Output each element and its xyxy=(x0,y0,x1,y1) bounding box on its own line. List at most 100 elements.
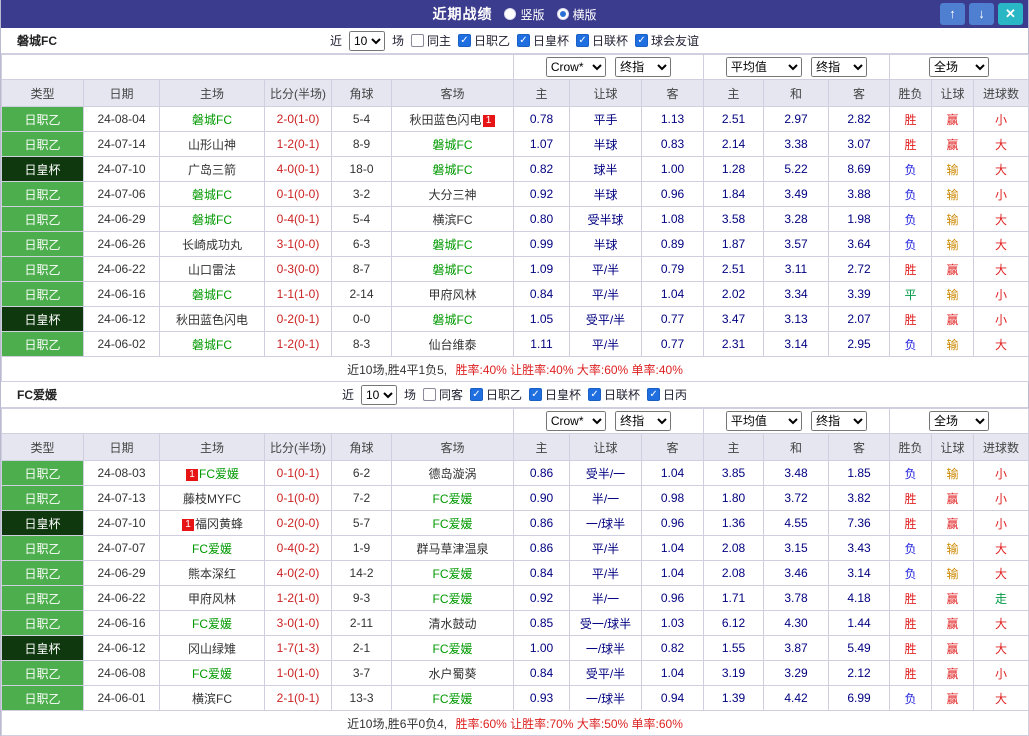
handicap-home-odds: 0.86 xyxy=(514,536,570,561)
same-venue-checkbox[interactable]: 同主 xyxy=(411,32,451,49)
average-time-select[interactable]: 终指 xyxy=(811,57,867,77)
match-row: 日职乙24-07-06磐城FC0-1(0-0)3-2大分三神0.92半球0.96… xyxy=(2,182,1029,207)
league-checkbox-2[interactable]: ✓ 日皇杯 xyxy=(517,32,569,49)
handicap-away-odds: 1.04 xyxy=(642,561,704,586)
empty-cell xyxy=(2,409,514,434)
league-checkbox-2[interactable]: ✓ 日皇杯 xyxy=(529,386,581,403)
league-label: 日皇杯 xyxy=(545,386,581,403)
league-type-cell: 日职乙 xyxy=(2,132,84,157)
handicap-away-odds: 1.04 xyxy=(642,661,704,686)
away-team-cell: 群马草津温泉 xyxy=(392,536,514,561)
team-name-text: 长崎成功丸 xyxy=(182,238,242,252)
scope-select[interactable]: 全场 xyxy=(929,411,989,431)
home-team-cell: 山口雷法 xyxy=(160,257,265,282)
league-type-cell: 日职乙 xyxy=(2,257,84,282)
avg-home-odds: 1.87 xyxy=(704,232,764,257)
match-date: 24-06-26 xyxy=(84,232,160,257)
team-name-text: FC爱媛 xyxy=(192,617,232,631)
league-checkbox-3[interactable]: ✓ 日联杯 xyxy=(576,32,628,49)
corner-score: 8-3 xyxy=(332,332,392,357)
summary-row: 近10场,胜4平1负5, 胜率:40% 让胜率:40% 大率:60% 单率:40… xyxy=(2,357,1029,382)
match-date: 24-08-04 xyxy=(84,107,160,132)
match-row: 日职乙24-06-08FC爱媛1-0(1-0)3-7水户蜀葵0.84受平/半1.… xyxy=(2,661,1029,686)
team-name-text: 磐城FC xyxy=(192,188,232,202)
layout-horizontal-radio[interactable]: 横版 xyxy=(557,6,597,23)
move-down-button[interactable]: ↓ xyxy=(969,3,994,25)
match-count-select[interactable]: 10 xyxy=(349,31,385,51)
final-score: 1-1(1-0) xyxy=(265,282,332,307)
col-handicap-result: 让球 xyxy=(932,80,974,107)
handicap-line: 平/半 xyxy=(570,332,642,357)
final-score: 4-0(0-1) xyxy=(265,157,332,182)
handicap-line: 平/半 xyxy=(570,561,642,586)
team-name-text: FC爱媛 xyxy=(433,692,473,706)
layout-vertical-radio[interactable]: 竖版 xyxy=(504,6,544,23)
handicap-result: 输 xyxy=(932,282,974,307)
league-checkbox-1[interactable]: ✓ 日职乙 xyxy=(470,386,522,403)
team-name-text: 磐城FC xyxy=(433,138,473,152)
team-name-text: 水户蜀葵 xyxy=(428,667,476,681)
avg-away-odds: 2.72 xyxy=(829,257,890,282)
away-team-cell: 磐城FC xyxy=(392,307,514,332)
summary-cell: 近10场,胜6平0负4, 胜率:60% 让胜率:70% 大率:50% 单率:60… xyxy=(2,711,1029,736)
avg-draw-odds: 3.48 xyxy=(764,461,829,486)
matches-tbody: 日职乙24-08-031FC爱媛0-1(0-1)6-2德岛漩涡0.86受半/一1… xyxy=(2,461,1029,711)
league-checkbox-4[interactable]: ✓ 日丙 xyxy=(647,386,687,403)
scope-select[interactable]: 全场 xyxy=(929,57,989,77)
red-card-badge: 1 xyxy=(186,469,198,481)
final-score: 1-2(0-1) xyxy=(265,332,332,357)
goals-result: 大 xyxy=(974,686,1029,711)
away-team-cell: 秋田蓝色闪电1 xyxy=(392,107,514,132)
match-date: 24-06-08 xyxy=(84,661,160,686)
match-result: 胜 xyxy=(890,586,932,611)
handicap-home-odds: 1.00 xyxy=(514,636,570,661)
handicap-result: 输 xyxy=(932,332,974,357)
final-score: 3-0(1-0) xyxy=(265,611,332,636)
match-result: 负 xyxy=(890,561,932,586)
team-name-text: 仙台维泰 xyxy=(428,338,476,352)
avg-away-odds: 3.39 xyxy=(829,282,890,307)
team-name-text: FC爱媛 xyxy=(192,542,232,556)
league-checkbox-3[interactable]: ✓ 日联杯 xyxy=(588,386,640,403)
final-score: 0-4(0-2) xyxy=(265,536,332,561)
odds-company-select[interactable]: Crow* xyxy=(546,411,606,431)
match-result: 负 xyxy=(890,332,932,357)
team-name-text: 秋田蓝色闪电 xyxy=(409,113,481,127)
average-select[interactable]: 平均值 xyxy=(726,411,802,431)
red-card-badge: 1 xyxy=(182,519,194,531)
team-name-text: 横滨FC xyxy=(433,213,473,227)
final-score: 2-1(0-1) xyxy=(265,686,332,711)
avg-home-odds: 6.12 xyxy=(704,611,764,636)
handicap-home-odds: 0.82 xyxy=(514,157,570,182)
odds-time-select[interactable]: 终指 xyxy=(615,411,671,431)
avg-away-odds: 2.07 xyxy=(829,307,890,332)
goals-result: 大 xyxy=(974,132,1029,157)
corner-score: 5-4 xyxy=(332,207,392,232)
corner-score: 6-2 xyxy=(332,461,392,486)
league-checkbox-1[interactable]: ✓ 日职乙 xyxy=(458,32,510,49)
odds-company-select[interactable]: Crow* xyxy=(546,57,606,77)
final-score: 2-0(1-0) xyxy=(265,107,332,132)
close-button[interactable]: ✕ xyxy=(998,3,1023,25)
scope-cell: 全场 xyxy=(890,409,1029,434)
home-team-cell: 藤枝MYFC xyxy=(160,486,265,511)
odds-time-select[interactable]: 终指 xyxy=(615,57,671,77)
col-date: 日期 xyxy=(84,80,160,107)
league-checkbox-4[interactable]: ✓ 球会友谊 xyxy=(635,32,699,49)
average-select[interactable]: 平均值 xyxy=(726,57,802,77)
average-time-select[interactable]: 终指 xyxy=(811,411,867,431)
league-type-cell: 日职乙 xyxy=(2,536,84,561)
match-date: 24-08-03 xyxy=(84,461,160,486)
col-type: 类型 xyxy=(2,80,84,107)
column-header-row: 类型 日期 主场 比分(半场) 角球 客场 主 让球 客 主 和 客 胜负 让球… xyxy=(2,80,1029,107)
move-up-button[interactable]: ↑ xyxy=(940,3,965,25)
home-team-cell: FC爱媛 xyxy=(160,661,265,686)
final-score: 1-2(0-1) xyxy=(265,132,332,157)
same-venue-checkbox[interactable]: 同客 xyxy=(423,386,463,403)
match-count-select[interactable]: 10 xyxy=(361,385,397,405)
handicap-line: 一/球半 xyxy=(570,686,642,711)
col-away: 客场 xyxy=(392,434,514,461)
avg-away-odds: 5.49 xyxy=(829,636,890,661)
handicap-result: 输 xyxy=(932,561,974,586)
league-type-cell: 日职乙 xyxy=(2,461,84,486)
